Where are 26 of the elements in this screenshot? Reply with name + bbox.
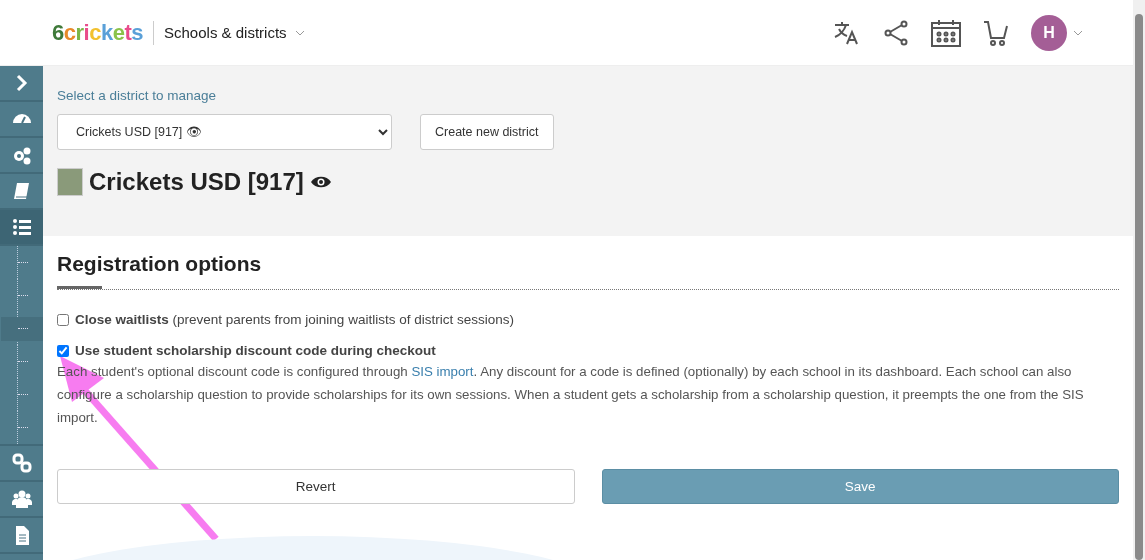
list-icon xyxy=(10,216,33,238)
scrollbar[interactable] xyxy=(1133,0,1145,560)
chevron-down-icon xyxy=(294,29,305,36)
eye-icon[interactable] xyxy=(309,175,332,189)
checkbox[interactable] xyxy=(57,344,69,357)
sidebar-item[interactable] xyxy=(0,210,43,246)
district-select[interactable]: Crickets USD [917] 👁 xyxy=(57,114,392,150)
logo[interactable]: 6crickets xyxy=(52,20,154,45)
chevron-down-icon[interactable] xyxy=(1073,29,1083,36)
create-district-button[interactable]: Create new district xyxy=(420,114,554,150)
translate-icon[interactable] xyxy=(833,19,861,46)
user-avatar[interactable]: H xyxy=(1031,14,1067,51)
section-heading: Registration options xyxy=(57,252,263,276)
district-title: Crickets USD [917] xyxy=(89,168,304,196)
option-label: Use student scholarship discount code during checkout xyxy=(75,343,436,358)
share-icon[interactable] xyxy=(883,19,909,46)
district-logo-placeholder xyxy=(57,168,83,196)
section-dropdown[interactable]: Schools & districts xyxy=(164,24,305,41)
option-label: Close waitlists (prevent parents from joining waitlists of district sessions) xyxy=(75,312,514,327)
users-icon xyxy=(10,488,33,510)
revert-button[interactable]: Revert xyxy=(57,469,575,504)
chain-link-icon xyxy=(10,452,33,474)
checkbox[interactable] xyxy=(57,313,69,326)
calendar-icon[interactable] xyxy=(931,18,961,47)
field-label: Select a district to manage xyxy=(57,88,218,103)
cart-icon[interactable] xyxy=(983,19,1009,46)
